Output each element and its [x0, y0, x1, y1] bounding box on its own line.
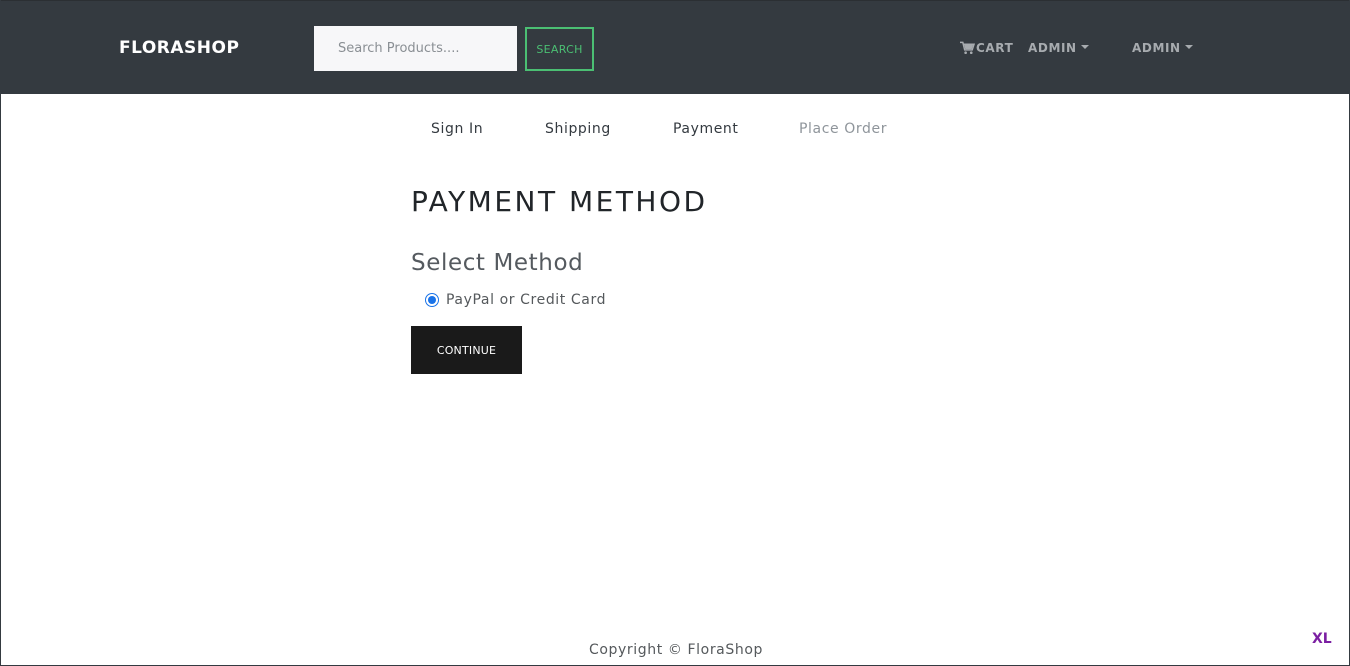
user-menu-label: ADMIN: [1028, 41, 1077, 55]
payment-option-paypal[interactable]: PayPal or Credit Card: [425, 291, 606, 309]
radio-selected-dot: [428, 296, 436, 304]
navbar: FLORASHOP SEARCH CART ADMIN ADMIN: [1, 0, 1349, 94]
continue-button[interactable]: CONTINUE: [411, 326, 522, 374]
cart-label: CART: [976, 41, 1014, 55]
admin-menu-label: ADMIN: [1132, 41, 1181, 55]
brand-logo[interactable]: FLORASHOP: [119, 38, 239, 58]
step-sign-in[interactable]: Sign In: [431, 120, 483, 138]
search-button[interactable]: SEARCH: [525, 27, 594, 71]
search-input[interactable]: [314, 26, 517, 71]
admin-menu-dropdown[interactable]: ADMIN: [1132, 40, 1193, 56]
chevron-down-icon: [1080, 45, 1089, 49]
page-title: PAYMENT METHOD: [411, 185, 708, 218]
footer-copyright: Copyright © FloraShop: [589, 642, 763, 658]
step-shipping[interactable]: Shipping: [545, 120, 611, 138]
chevron-down-icon: [1184, 45, 1193, 49]
user-menu-dropdown[interactable]: ADMIN: [1028, 40, 1089, 56]
paypal-radio[interactable]: [425, 293, 439, 307]
breakpoint-badge: XL: [1312, 631, 1332, 647]
step-place-order: Place Order: [799, 121, 888, 137]
page: FLORASHOP SEARCH CART ADMIN ADMIN Sign I…: [0, 0, 1350, 666]
cart-icon: [960, 41, 975, 54]
cart-link[interactable]: CART: [960, 40, 1013, 56]
paypal-radio-label[interactable]: PayPal or Credit Card: [446, 292, 606, 308]
step-payment[interactable]: Payment: [673, 120, 739, 138]
select-method-label: Select Method: [411, 250, 584, 276]
